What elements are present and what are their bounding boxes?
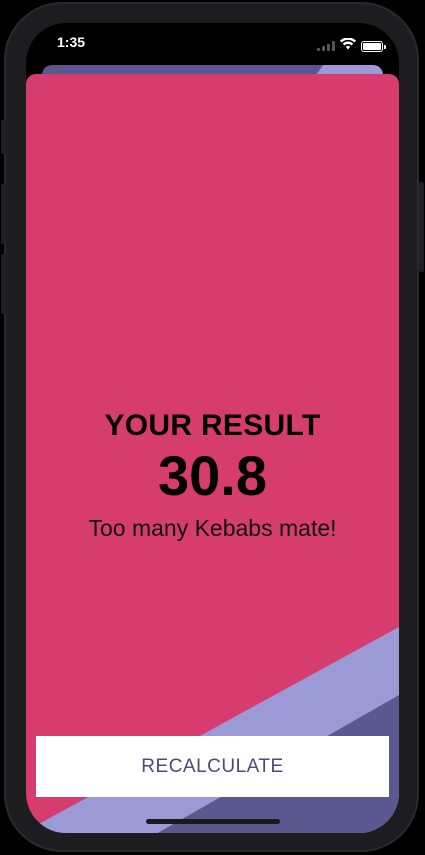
result-value: 30.8 <box>158 444 267 507</box>
result-block: YOUR RESULT 30.8 Too many Kebabs mate! <box>26 408 399 542</box>
device: 1:35 YOUR RESULT 30.8 Too many Kebabs ma… <box>0 0 425 855</box>
volume-up-button <box>1 184 6 244</box>
signal-icon <box>317 41 335 51</box>
wifi-icon <box>340 37 356 55</box>
home-indicator[interactable] <box>146 819 280 824</box>
screen: 1:35 YOUR RESULT 30.8 Too many Kebabs ma… <box>26 23 399 833</box>
recalculate-button[interactable]: RECALCULATE <box>36 736 389 797</box>
result-card: YOUR RESULT 30.8 Too many Kebabs mate! R… <box>26 74 399 833</box>
battery-icon <box>361 40 386 52</box>
power-button <box>419 182 424 272</box>
mute-switch <box>1 120 6 154</box>
result-message: Too many Kebabs mate! <box>88 515 337 541</box>
status-time: 1:35 <box>57 34 86 50</box>
notch <box>110 23 315 51</box>
result-title: YOUR RESULT <box>104 409 321 442</box>
status-icons <box>317 37 386 55</box>
volume-down-button <box>1 254 6 314</box>
